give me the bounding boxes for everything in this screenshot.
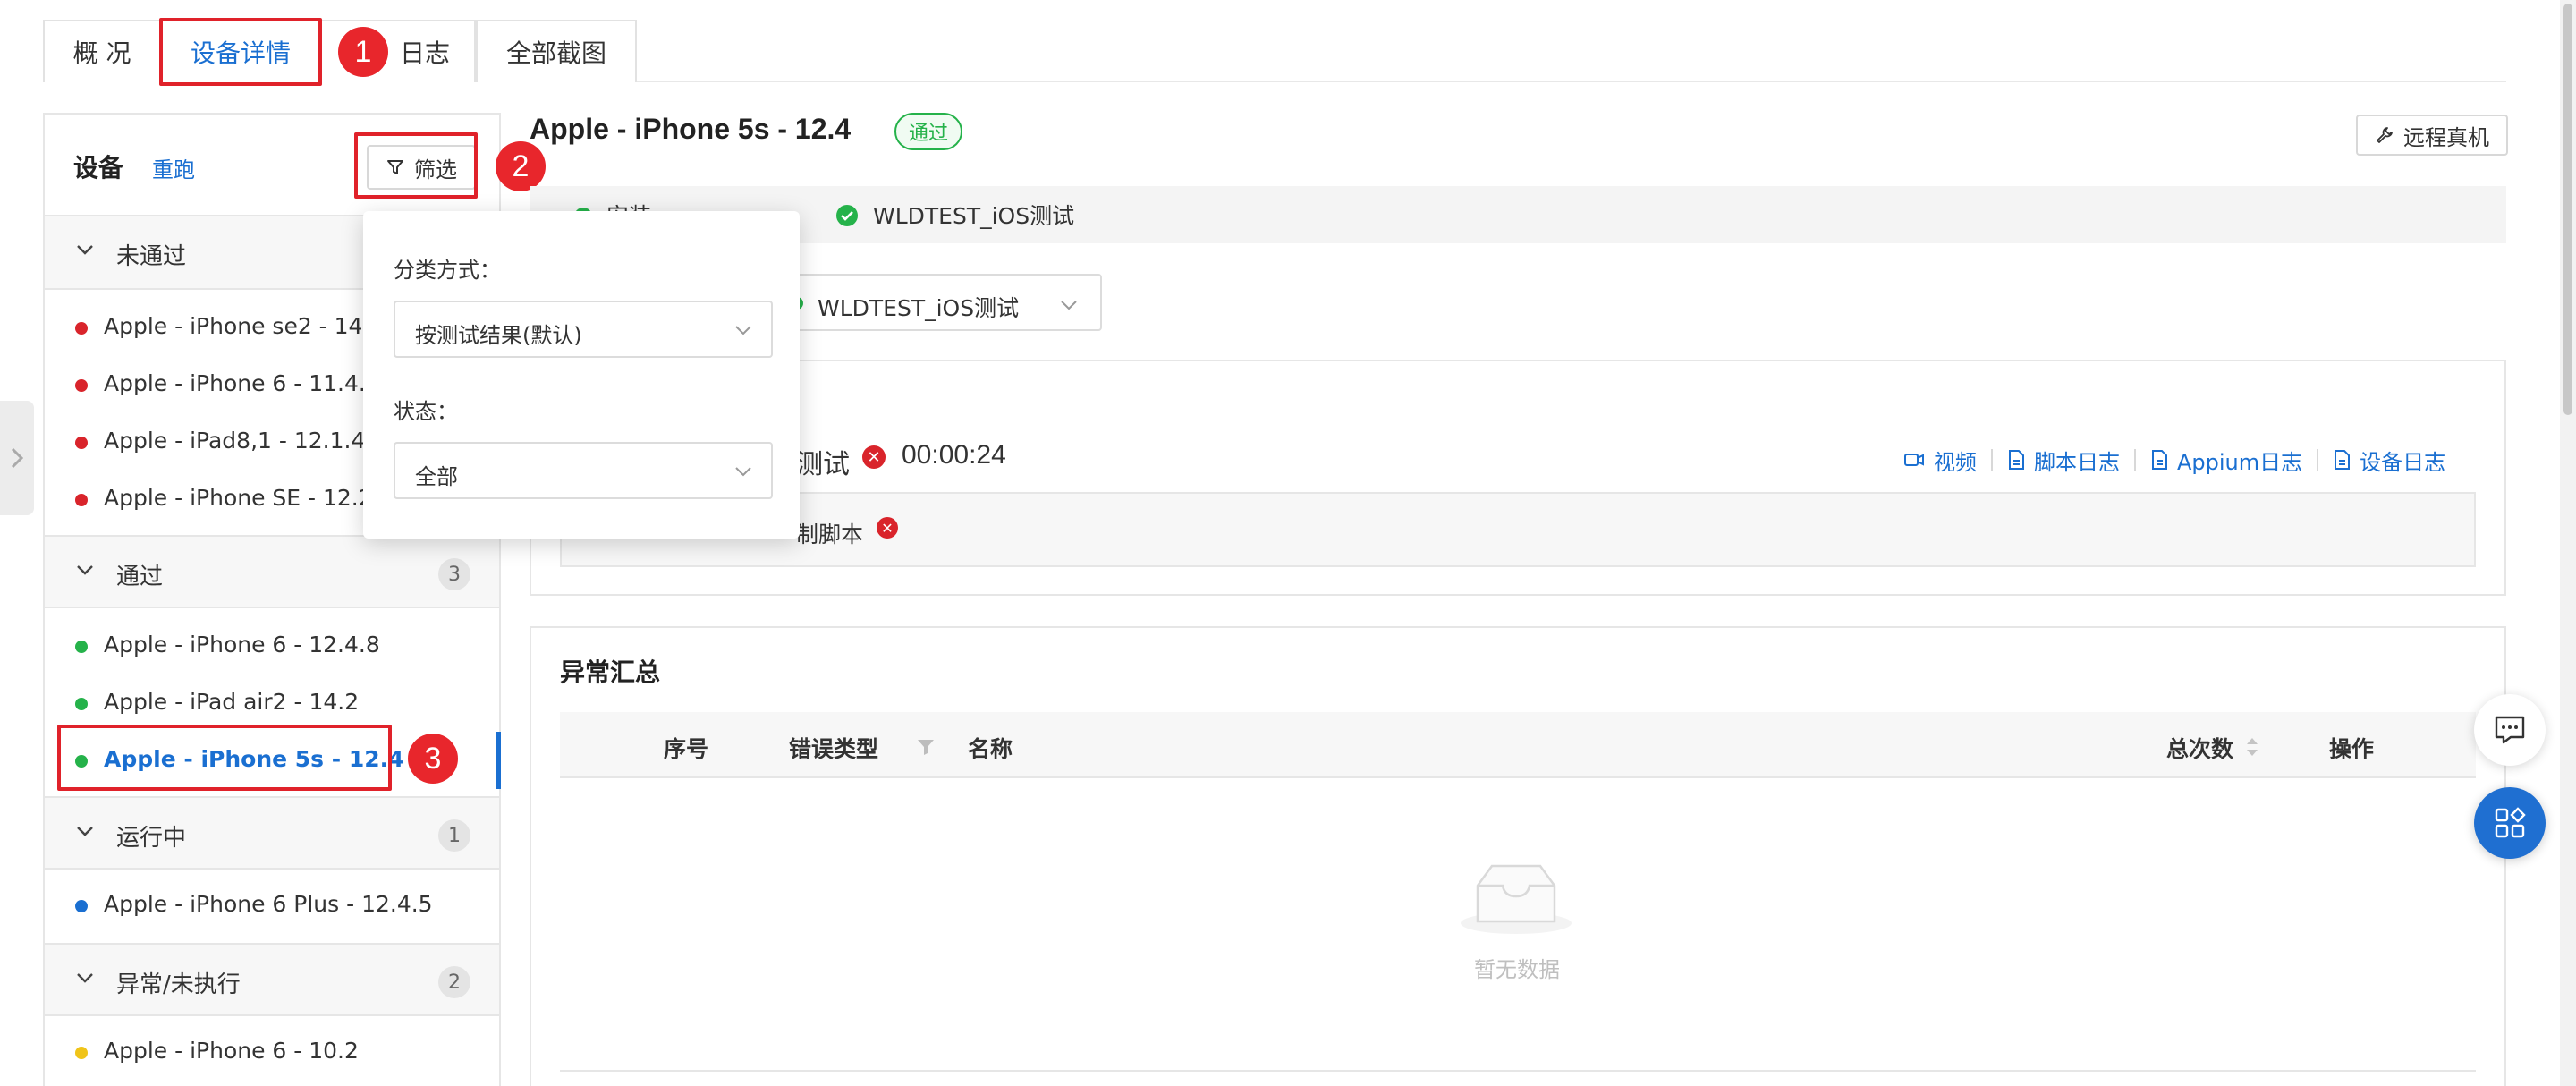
group-count-badge: 2 [438, 966, 470, 998]
group-passed[interactable]: 通过 3 [45, 535, 499, 608]
divider [1991, 449, 1993, 471]
scrollbar-thumb[interactable] [2563, 4, 2572, 415]
sidebar-collapse-toggle[interactable] [0, 401, 34, 515]
chat-icon [2495, 716, 2525, 744]
appium-log-link[interactable]: Appium日志 [2150, 445, 2302, 476]
highlight-box-tab [159, 18, 322, 86]
status-badge: 通过 [894, 113, 963, 150]
step-badge-2: 2 [496, 141, 546, 191]
device-list-title: 设备 [73, 153, 124, 182]
step-progress-bar: 安装 WLDTEST_iOS测试 [530, 186, 2506, 243]
exception-summary-card [530, 626, 2506, 1086]
remote-device-button[interactable]: 远程真机 [2356, 115, 2508, 156]
chevron-down-icon [77, 565, 93, 575]
step-test: WLDTEST_iOS测试 [873, 203, 1075, 229]
sort-icon[interactable] [2243, 734, 2261, 760]
document-icon [2152, 450, 2167, 470]
status-dot [75, 437, 88, 449]
tab-overview[interactable]: 概 况 [43, 20, 161, 82]
script-log-link[interactable]: 脚本日志 [2007, 445, 2120, 476]
chevron-down-icon [735, 326, 751, 335]
group-count-badge: 1 [438, 819, 470, 852]
script-step-row[interactable]: 制脚本 [560, 492, 2476, 567]
chevron-down-icon [735, 467, 751, 477]
tab-all-screenshots[interactable]: 全部截图 [476, 20, 637, 82]
apps-grid-icon [2495, 807, 2526, 838]
status-dot [75, 900, 88, 912]
video-link[interactable]: 视频 [1903, 445, 1977, 476]
highlight-box-device [57, 725, 392, 791]
error-icon: ✕ [877, 517, 898, 539]
device-item[interactable]: Apple - iPhone 6 - 10.2 [45, 1023, 499, 1081]
status-dot [75, 698, 88, 710]
log-links: 视频 脚本日志 Appium日志 设备日志 [1903, 444, 2445, 476]
column-total[interactable]: 总次数 [2166, 732, 2233, 764]
divider [560, 1070, 2476, 1072]
video-icon [1904, 454, 1924, 466]
group-abnormal[interactable]: 异常/未执行 2 [45, 943, 499, 1016]
rerun-link[interactable]: 重跑 [152, 152, 195, 183]
device-item[interactable]: Apple - iPhone 6 - 12.4.8 [45, 617, 499, 675]
group-count-badge: 3 [438, 558, 470, 590]
column-name: 名称 [968, 736, 1013, 762]
step-badge-3: 3 [408, 734, 458, 784]
status-dot [75, 1047, 88, 1059]
highlight-box-filter [354, 132, 478, 199]
chat-button[interactable] [2474, 694, 2546, 766]
run-name: 测试 [796, 449, 850, 480]
divider [2134, 449, 2136, 471]
chevron-down-icon [77, 827, 93, 836]
column-action: 操作 [2329, 736, 2375, 762]
status-filter-label: 状态： [394, 399, 458, 424]
group-running[interactable]: 运行中 1 [45, 796, 499, 870]
step-badge-1: 1 [338, 27, 388, 77]
divider [2317, 449, 2319, 471]
document-icon [2334, 450, 2351, 470]
status-dot [75, 641, 88, 653]
check-circle-icon [836, 205, 858, 226]
status-dot [75, 494, 88, 506]
status-dot [75, 322, 88, 335]
sort-mode-select[interactable]: 按测试结果(默认) [394, 301, 773, 358]
filter-icon[interactable] [916, 737, 936, 757]
device-log-link[interactable]: 设备日志 [2333, 445, 2445, 476]
status-dot [75, 379, 88, 392]
run-duration: 00:00:24 [902, 440, 1006, 470]
status-filter-select[interactable]: 全部 [394, 442, 773, 499]
sort-mode-label: 分类方式： [394, 258, 501, 283]
device-item[interactable]: Apple - iPad air2 - 14.2 [45, 675, 499, 732]
chevron-down-icon [1061, 301, 1077, 310]
filter-popover: 分类方式： 按测试结果(默认) 状态： 全部 [363, 211, 800, 539]
column-index: 序号 [664, 736, 709, 762]
empty-inbox-icon [1461, 864, 1572, 934]
column-error-type: 错误类型 [789, 736, 879, 762]
device-item[interactable]: Apple - iPhone 6 Plus - 12.4.5 [45, 877, 499, 934]
apps-button[interactable] [2474, 787, 2546, 859]
table-header: 序号 错误类型 名称 总次数 操作 [560, 712, 2476, 778]
tab-bar: 概 况 设备详情 日志 全部截图 [43, 20, 2506, 82]
exception-summary-title: 异常汇总 [560, 658, 661, 687]
device-title: Apple - iPhone 5s - 12.4 [530, 113, 852, 145]
chevron-right-icon [11, 447, 24, 469]
error-icon: ✕ [862, 445, 886, 469]
selection-indicator [496, 732, 501, 789]
wrench-icon [2377, 127, 2393, 143]
empty-state-text: 暂无数据 [1474, 957, 1560, 982]
chevron-down-icon [77, 973, 93, 983]
document-icon [2009, 450, 2024, 470]
chevron-down-icon [77, 245, 93, 255]
script-select[interactable]: WLDTEST_iOS测试 [769, 274, 1102, 331]
